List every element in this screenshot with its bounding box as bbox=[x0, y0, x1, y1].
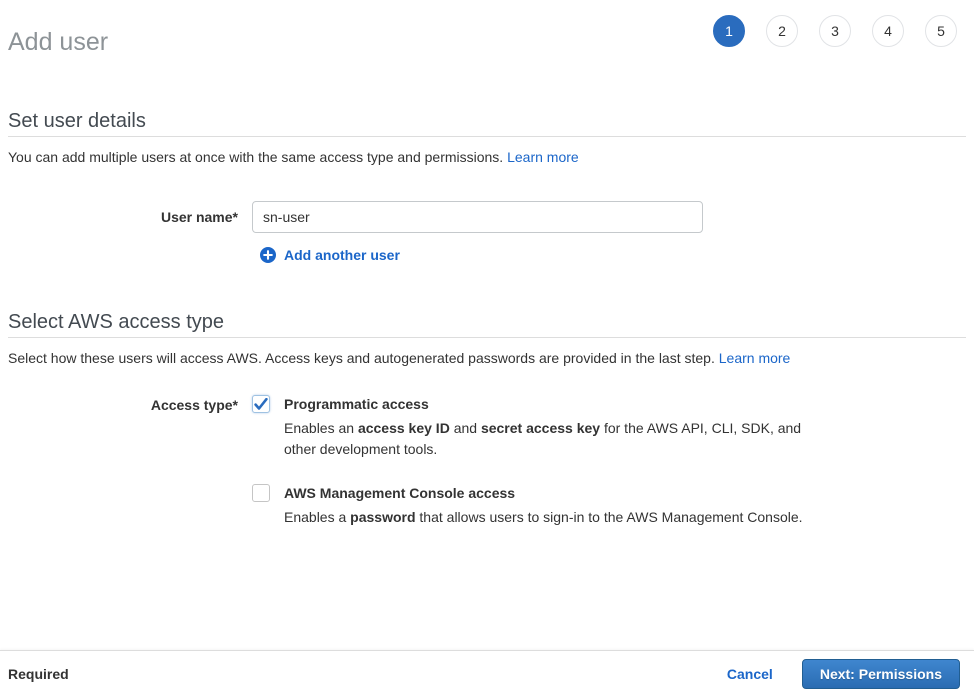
desc-bold: access key ID bbox=[358, 420, 450, 436]
section-user-details: Set user details You can add multiple us… bbox=[8, 110, 966, 263]
cancel-button[interactable]: Cancel bbox=[727, 666, 773, 682]
access-type-row: Access type* Programmatic access Enables… bbox=[8, 395, 966, 528]
section-access-type: Select AWS access type Select how these … bbox=[8, 311, 966, 528]
desc-text: and bbox=[450, 420, 481, 436]
add-another-user-row: Add another user bbox=[260, 247, 966, 263]
username-label: User name* bbox=[8, 201, 238, 233]
desc-text: that allows users to sign-in to the AWS … bbox=[416, 509, 803, 525]
option-body: AWS Management Console access Enables a … bbox=[284, 484, 803, 528]
step-indicator-4: 4 bbox=[872, 15, 904, 47]
username-field-wrap bbox=[252, 201, 703, 233]
option-body: Programmatic access Enables an access ke… bbox=[284, 395, 808, 460]
console-access-title: AWS Management Console access bbox=[284, 484, 803, 503]
step-indicator-3: 3 bbox=[819, 15, 851, 47]
next-permissions-button[interactable]: Next: Permissions bbox=[802, 659, 960, 689]
option-console-access: AWS Management Console access Enables a … bbox=[252, 484, 808, 528]
step-number: 5 bbox=[937, 23, 945, 39]
section-heading-user-details: Set user details bbox=[8, 110, 966, 137]
intro-text: Select how these users will access AWS. … bbox=[8, 350, 715, 366]
page-title: Add user bbox=[8, 27, 108, 57]
required-note: Required bbox=[8, 666, 69, 682]
step-indicator-2: 2 bbox=[766, 15, 798, 47]
console-access-description: Enables a password that allows users to … bbox=[284, 507, 803, 528]
plus-circle-icon bbox=[260, 247, 276, 263]
desc-bold: password bbox=[350, 509, 415, 525]
step-number: 1 bbox=[725, 23, 733, 39]
username-row: User name* bbox=[8, 201, 966, 233]
intro-text: You can add multiple users at once with … bbox=[8, 149, 503, 165]
user-details-intro: You can add multiple users at once with … bbox=[8, 148, 966, 167]
checkmark-icon bbox=[254, 398, 268, 410]
access-type-intro: Select how these users will access AWS. … bbox=[8, 349, 966, 368]
desc-bold: secret access key bbox=[481, 420, 600, 436]
console-access-checkbox[interactable] bbox=[252, 484, 270, 502]
add-another-user-link[interactable]: Add another user bbox=[284, 247, 400, 263]
step-number: 2 bbox=[778, 23, 786, 39]
step-indicator-5: 5 bbox=[925, 15, 957, 47]
desc-text: Enables an bbox=[284, 420, 358, 436]
access-options: Programmatic access Enables an access ke… bbox=[238, 395, 808, 528]
username-input[interactable] bbox=[252, 201, 703, 233]
programmatic-access-description: Enables an access key ID and secret acce… bbox=[284, 418, 808, 460]
programmatic-access-checkbox[interactable] bbox=[252, 395, 270, 413]
step-number: 3 bbox=[831, 23, 839, 39]
step-number: 4 bbox=[884, 23, 892, 39]
learn-more-link-user-details[interactable]: Learn more bbox=[507, 149, 579, 165]
step-indicator-1: 1 bbox=[713, 15, 745, 47]
wizard-footer: Required Cancel Next: Permissions bbox=[0, 650, 974, 697]
programmatic-access-title: Programmatic access bbox=[284, 395, 808, 414]
page-header: Add user 1 2 3 4 5 bbox=[0, 0, 974, 74]
wizard-steps: 1 2 3 4 5 bbox=[713, 15, 957, 47]
learn-more-link-access-type[interactable]: Learn more bbox=[719, 350, 791, 366]
desc-text: Enables a bbox=[284, 509, 350, 525]
access-type-label: Access type* bbox=[8, 395, 238, 415]
section-heading-access-type: Select AWS access type bbox=[8, 311, 966, 338]
option-programmatic-access: Programmatic access Enables an access ke… bbox=[252, 395, 808, 460]
